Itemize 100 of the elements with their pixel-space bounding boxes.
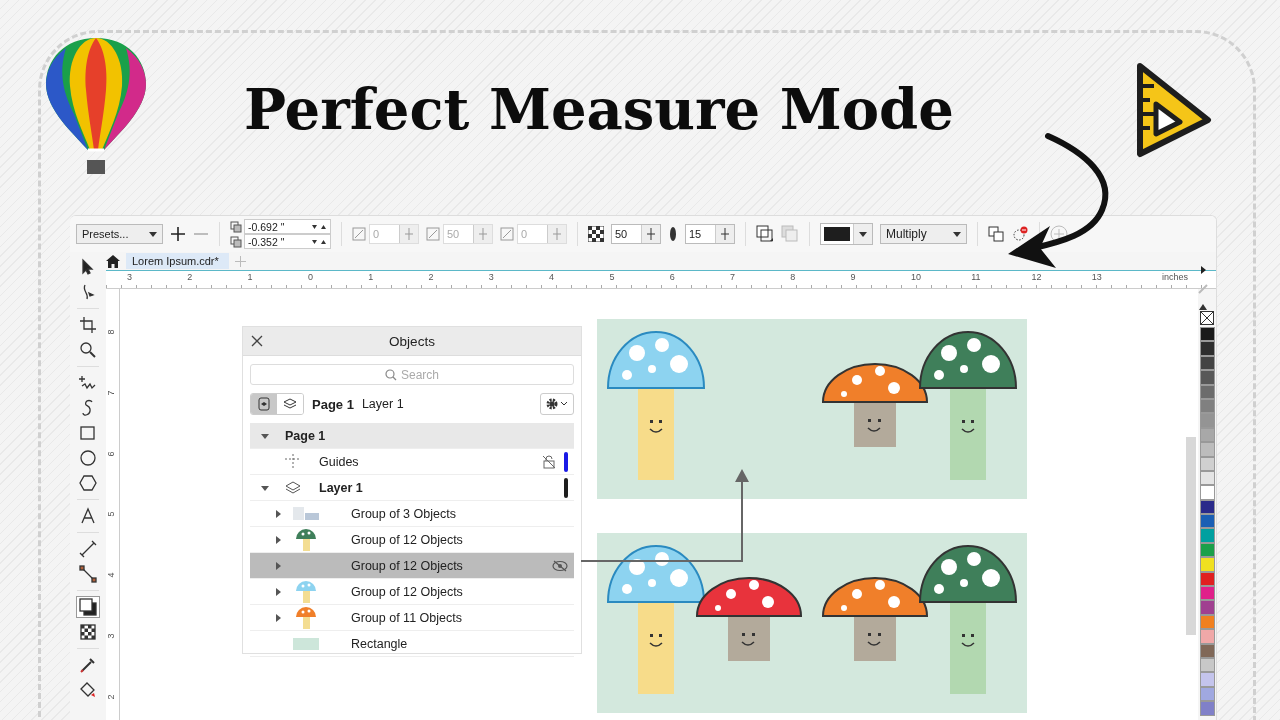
ruler-number: 7 [730, 272, 735, 282]
tree-item-label: Group of 11 Objects [351, 610, 462, 625]
page-view-toggle[interactable] [251, 394, 277, 414]
tree-row[interactable]: Layer 1 [250, 475, 574, 501]
page-title: Perfect Measure Mode [244, 76, 954, 142]
expand-arrow-icon[interactable] [273, 612, 283, 623]
ruler-number: 8 [790, 272, 796, 282]
document-tab[interactable]: Lorem Ipsum.cdr* [126, 253, 229, 269]
expand-arrow-icon[interactable] [273, 534, 283, 545]
lock-off-icon[interactable] [542, 454, 556, 469]
tree-row[interactable]: Rectangle [250, 631, 574, 657]
feather-icon [668, 226, 678, 242]
shadow-tool-button[interactable] [76, 596, 100, 618]
ruler-number: 2 [187, 272, 193, 282]
color-swatch[interactable] [1199, 701, 1215, 716]
ruler-number: 5 [105, 511, 116, 517]
tree-item-label: Layer 1 [319, 480, 363, 495]
shadow-offset-y-field[interactable]: -0.352 " [244, 234, 331, 249]
tree-row[interactable]: Group of 12 Objects [250, 579, 574, 605]
color-swatch[interactable] [1199, 370, 1215, 385]
image-thumbnail [293, 506, 319, 521]
ruler-number: 3 [105, 633, 116, 639]
copy-properties-icon[interactable] [988, 226, 1004, 242]
add-icon[interactable] [170, 226, 186, 242]
hidden-eye-icon[interactable] [552, 559, 568, 572]
fill-tool-icon [79, 681, 97, 699]
shadow-setting-icon [500, 227, 514, 241]
color-swatch[interactable] [1199, 413, 1215, 428]
clear-shadow-icon[interactable] [1011, 226, 1029, 242]
tree-row[interactable]: Group of 12 Objects [250, 553, 574, 579]
expand-arrow-icon[interactable] [273, 508, 283, 519]
tree-item-label: Group of 12 Objects [351, 558, 463, 573]
color-swatch[interactable] [1199, 600, 1215, 615]
color-swatch[interactable] [1199, 629, 1215, 644]
color-swatch[interactable] [1199, 442, 1215, 457]
layers-icon [285, 480, 301, 495]
color-swatch[interactable] [1199, 672, 1215, 687]
crop-tool-icon [79, 316, 97, 334]
caret-icon [953, 231, 961, 237]
offset-icon [230, 220, 242, 233]
no-color-swatch[interactable] [1200, 311, 1214, 325]
polygon-tool-icon [79, 474, 97, 492]
scroll-bar[interactable] [1186, 437, 1196, 635]
color-swatch[interactable] [1199, 341, 1215, 356]
current-page-label: Page 1 [312, 396, 354, 412]
guides-icon [284, 452, 302, 471]
color-swatch[interactable] [1199, 514, 1215, 529]
expand-arrow-icon[interactable] [1199, 266, 1207, 274]
add-circle-icon[interactable] [1050, 225, 1068, 243]
tree-item-label: Group of 3 Objects [351, 506, 456, 521]
close-icon[interactable] [251, 335, 263, 347]
ruler-number: 2 [428, 272, 434, 282]
ruler-number: 1 [368, 272, 374, 282]
tree-item-label: Group of 12 Objects [351, 532, 463, 547]
ruler-number: 11 [971, 272, 981, 282]
options-menu-button[interactable] [540, 393, 574, 415]
ruler-unit: inches [1162, 272, 1188, 282]
tree-row[interactable]: Group of 3 Objects [250, 501, 574, 527]
shadow-setting-icon [352, 227, 366, 241]
slider-icon[interactable] [715, 225, 734, 243]
search-icon [385, 368, 397, 381]
zoom-tool-icon [79, 341, 97, 359]
ruler-number: 4 [105, 572, 116, 578]
caret-icon [149, 231, 157, 237]
shadow-color-picker[interactable] [820, 223, 873, 245]
connector-tool-button[interactable] [76, 563, 100, 585]
blend-mode-dropdown[interactable]: Multiply [880, 224, 967, 244]
shadow-offset-x-field[interactable]: -0.692 " [244, 219, 331, 234]
ellipse-tool-icon [79, 449, 97, 467]
color-swatch[interactable] [1199, 327, 1215, 342]
ruler-number: 8 [105, 329, 116, 335]
eyedropper-tool-icon [79, 656, 97, 674]
ruler-number: 6 [105, 451, 116, 457]
ruler-number: 10 [910, 272, 921, 282]
presets-dropdown[interactable]: Presets... [76, 224, 163, 244]
home-icon[interactable] [106, 254, 120, 268]
ruler-number: 13 [1091, 272, 1102, 282]
scroll-up-arrow-icon[interactable] [1199, 304, 1207, 310]
color-swatch[interactable] [1199, 528, 1215, 543]
spin-arrows-icon[interactable] [311, 223, 327, 230]
expand-arrow-icon[interactable] [273, 586, 283, 597]
ruler-number: 6 [669, 272, 675, 282]
color-swatch[interactable] [1199, 485, 1215, 500]
tree-row[interactable]: Page 1 [250, 423, 574, 449]
ruler-number: 2 [105, 694, 116, 700]
ruler-number: 4 [549, 272, 555, 282]
shadow-transparency-field[interactable]: 50 [611, 224, 661, 244]
tree-row[interactable]: Guides [250, 449, 574, 475]
tree-row[interactable]: Group of 11 Objects [250, 605, 574, 631]
connector-tool-icon [79, 565, 97, 583]
color-swatch[interactable] [1199, 586, 1215, 601]
shadow-direction-icon[interactable] [756, 225, 774, 243]
ruler-number: 3 [488, 272, 494, 282]
color-swatch[interactable] [1199, 557, 1215, 572]
shadow-feather-field[interactable]: 15 [685, 224, 735, 244]
ruler-number: 9 [850, 272, 856, 282]
tree-item-label: Rectangle [351, 636, 408, 651]
slider-icon[interactable] [641, 225, 660, 243]
spin-arrows-icon[interactable] [311, 238, 327, 245]
ruler-number: 3 [127, 272, 132, 282]
